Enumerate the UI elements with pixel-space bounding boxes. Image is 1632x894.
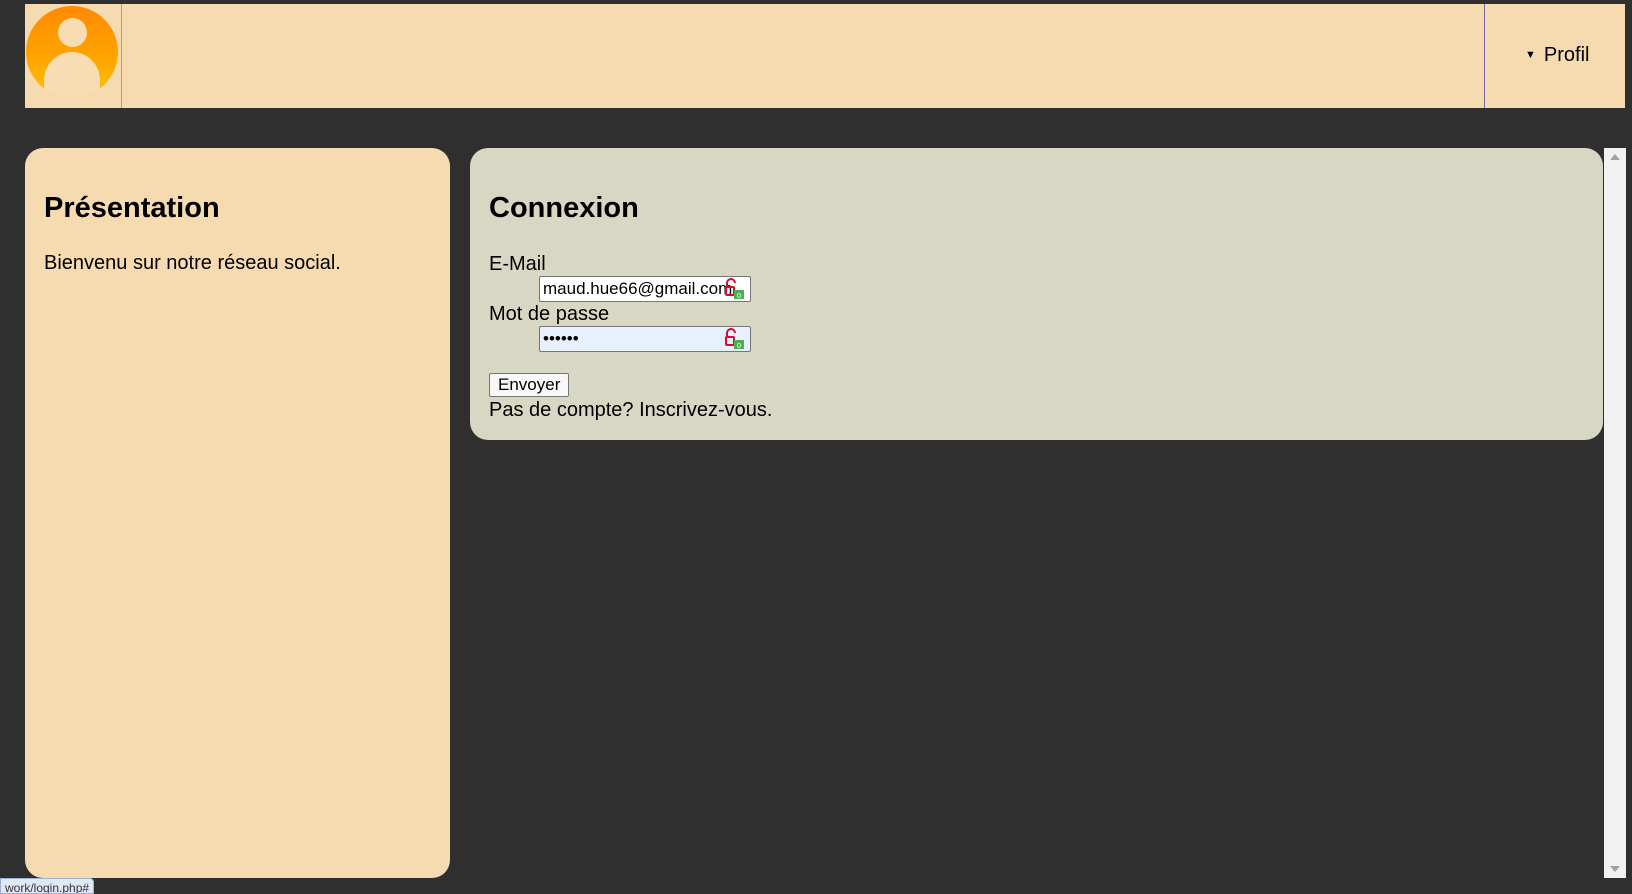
top-header: ▼ Profil — [25, 4, 1625, 108]
logo-cell[interactable] — [25, 4, 122, 108]
svg-text:0: 0 — [737, 292, 741, 300]
password-manager-lock-icon[interactable]: 0 — [723, 328, 745, 350]
login-panel: Connexion E-Mail 0 Mot de passe 0 Envoye… — [470, 148, 1603, 440]
profile-dropdown-link[interactable]: ▼ Profil — [1525, 44, 1589, 67]
svg-text:0: 0 — [737, 342, 741, 350]
password-row: 0 — [539, 326, 751, 352]
vertical-scrollbar[interactable] — [1604, 148, 1626, 878]
status-bar-url: work/login.php# — [0, 878, 95, 894]
scroll-up-arrow-icon[interactable] — [1610, 154, 1620, 160]
triangle-down-icon: ▼ — [1525, 49, 1536, 61]
login-form: E-Mail 0 Mot de passe 0 Envoyer Pas de c… — [489, 252, 1584, 422]
email-field[interactable] — [539, 276, 751, 302]
password-label: Mot de passe — [489, 303, 610, 325]
presentation-title: Présentation — [44, 192, 220, 224]
email-row: 0 — [539, 276, 751, 302]
submit-button[interactable]: Envoyer — [489, 373, 570, 397]
signup-link[interactable]: Pas de compte? Inscrivez-vous. — [489, 399, 1584, 422]
profile-label: Profil — [1543, 44, 1590, 66]
user-avatar-icon[interactable] — [26, 6, 118, 98]
email-label: E-Mail — [489, 253, 546, 275]
password-manager-lock-icon[interactable]: 0 — [723, 278, 745, 300]
login-title: Connexion — [489, 192, 639, 224]
scroll-down-arrow-icon[interactable] — [1610, 866, 1620, 872]
presentation-panel: Présentation Bienvenu sur notre réseau s… — [25, 148, 450, 878]
profile-menu: ▼ Profil — [1484, 4, 1625, 108]
avatar-head — [58, 18, 87, 47]
presentation-text: Bienvenu sur notre réseau social. — [44, 252, 341, 274]
avatar-body — [44, 52, 100, 98]
password-field[interactable] — [539, 326, 751, 352]
